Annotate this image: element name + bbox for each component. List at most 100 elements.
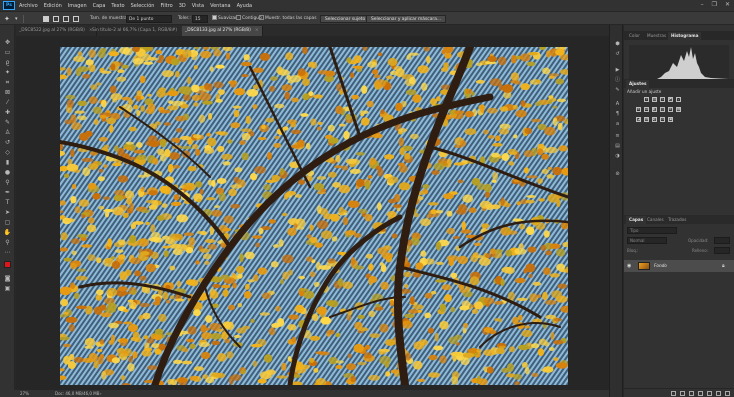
- marquee-tool-icon[interactable]: ▭: [3, 49, 12, 56]
- tab-paths[interactable]: Trazados: [665, 216, 689, 224]
- tolerance-input[interactable]: 15: [192, 15, 208, 23]
- intersect-selection-icon[interactable]: [73, 16, 79, 22]
- tab-sin-titulo-2[interactable]: Sin título-2 al 66,7% (Capa 1, RGB/8#)×: [89, 26, 189, 36]
- threshold-adjust-icon[interactable]: ◐: [652, 117, 657, 122]
- frame-tool-icon[interactable]: ⊠: [3, 89, 12, 96]
- new-layer-icon[interactable]: [716, 390, 721, 396]
- magic-wand-icon[interactable]: ✦: [3, 69, 12, 76]
- eye-icon[interactable]: ◉: [627, 263, 631, 269]
- eraser-tool-icon[interactable]: ◇: [3, 149, 12, 156]
- tab-dsc8522[interactable]: _DSC8522.jpg al 27% (RGB/8) ×: [16, 26, 97, 36]
- panel-character-icon[interactable]: A: [614, 101, 621, 107]
- subtract-selection-icon[interactable]: [63, 16, 69, 22]
- menu-archivo[interactable]: Archivo: [19, 3, 38, 9]
- restore-button[interactable]: ❐: [712, 1, 717, 8]
- brush-tool-icon[interactable]: ✎: [3, 119, 12, 126]
- panel-styles-icon[interactable]: ◑: [614, 153, 621, 159]
- color-lookup-adjust-icon[interactable]: ▦: [676, 107, 681, 112]
- channel-mixer-adjust-icon[interactable]: ⊕: [668, 107, 673, 112]
- menu-ventana[interactable]: Ventana: [210, 3, 231, 9]
- menu-capa[interactable]: Capa: [93, 3, 106, 9]
- blur-tool-icon[interactable]: ●: [3, 169, 12, 176]
- posterize-adjust-icon[interactable]: ▤: [644, 117, 649, 122]
- layer-filter-search[interactable]: Tipo: [627, 227, 677, 234]
- zoom-level[interactable]: 27%: [20, 391, 29, 396]
- zoom-tool-icon[interactable]: ⚲: [3, 239, 12, 246]
- panel-libraries-icon[interactable]: ▤: [614, 143, 621, 149]
- menu-imagen[interactable]: Imagen: [68, 3, 87, 9]
- move-tool-icon[interactable]: ✥: [3, 39, 12, 46]
- tab-histogram[interactable]: Histograma: [668, 32, 702, 40]
- delete-layer-icon[interactable]: [725, 390, 730, 396]
- select-and-mask-button[interactable]: Seleccionar y aplicar máscara...: [366, 15, 447, 23]
- quick-mask-icon[interactable]: ◙: [3, 275, 12, 282]
- screen-mode-icon[interactable]: ▣: [3, 285, 12, 292]
- new-selection-icon[interactable]: [43, 16, 49, 22]
- minimize-button[interactable]: –: [701, 1, 704, 8]
- curves-adjust-icon[interactable]: ∿: [660, 97, 665, 102]
- tab-adjustments[interactable]: Ajustes: [626, 80, 650, 88]
- more-tools-icon[interactable]: ⋯: [3, 249, 12, 256]
- sample-size-select[interactable]: De 1 punto: [126, 15, 172, 23]
- tab-channels[interactable]: Canales: [644, 216, 667, 224]
- crop-tool-icon[interactable]: ⌗: [3, 79, 12, 86]
- healing-brush-icon[interactable]: ✚: [3, 109, 12, 116]
- brightness-adjust-icon[interactable]: ☼: [644, 97, 649, 102]
- panel-paragraph-icon[interactable]: ¶: [614, 111, 621, 117]
- pen-tool-icon[interactable]: ✒: [3, 189, 12, 196]
- status-chevron-icon[interactable]: ›: [100, 391, 102, 396]
- tool-preset-chevron-icon[interactable]: ▾: [15, 15, 18, 23]
- magic-wand-tool-icon[interactable]: ✦: [4, 15, 10, 23]
- dodge-tool-icon[interactable]: ⚲: [3, 179, 12, 186]
- gradient-tool-icon[interactable]: ▮: [3, 159, 12, 166]
- sample-all-layers-checkbox[interactable]: Muestr. todas las capas: [259, 15, 317, 23]
- panel-glyphs-icon[interactable]: a: [614, 121, 621, 127]
- eyedropper-tool-icon[interactable]: ⁄: [3, 99, 12, 106]
- adjustment-layer-icon[interactable]: [698, 390, 703, 396]
- contiguous-checkbox[interactable]: Contiguo: [236, 15, 262, 23]
- menu-edicion[interactable]: Edición: [44, 3, 62, 9]
- panel-3d-icon[interactable]: ⬢: [614, 41, 621, 47]
- shape-tool-icon[interactable]: ▢: [3, 219, 12, 226]
- panel-cc-icon[interactable]: ⊛: [614, 171, 621, 177]
- menu-filtro[interactable]: Filtro: [160, 3, 172, 9]
- gradient-map-adjust-icon[interactable]: ▭: [660, 117, 665, 122]
- fx-icon[interactable]: [680, 390, 685, 396]
- photo-filter-adjust-icon[interactable]: ◎: [660, 107, 665, 112]
- layer-row[interactable]: ◉ Fondo 🔒︎: [624, 260, 734, 272]
- bw-adjust-icon[interactable]: ◧: [652, 107, 657, 112]
- tab-color[interactable]: Color: [626, 32, 643, 40]
- tab-close-icon[interactable]: ×: [255, 28, 259, 33]
- opacity-input[interactable]: [714, 237, 730, 244]
- add-selection-icon[interactable]: [53, 16, 59, 22]
- levels-adjust-icon[interactable]: ▥: [652, 97, 657, 102]
- close-window-button[interactable]: ✕: [725, 1, 730, 8]
- add-mask-icon[interactable]: [689, 390, 694, 396]
- lasso-tool-icon[interactable]: ϱ: [3, 59, 12, 66]
- layer-name[interactable]: Fondo: [654, 263, 667, 268]
- selective-color-adjust-icon[interactable]: ▣: [668, 117, 673, 122]
- path-selection-icon[interactable]: ➤: [3, 209, 12, 216]
- fill-input[interactable]: [714, 247, 730, 254]
- panel-play-icon[interactable]: ▶: [614, 67, 621, 73]
- blend-mode-select[interactable]: Normal: [627, 237, 667, 244]
- vibrance-adjust-icon[interactable]: ▽: [676, 97, 681, 102]
- hue-adjust-icon[interactable]: ≡: [636, 107, 641, 112]
- menu-seleccion[interactable]: Selección: [131, 3, 155, 9]
- clone-stamp-icon[interactable]: ♙: [3, 129, 12, 136]
- menu-vista[interactable]: Vista: [192, 3, 204, 9]
- panel-info-icon[interactable]: ⓘ: [614, 77, 621, 83]
- link-layers-icon[interactable]: [671, 390, 676, 396]
- panel-properties-icon[interactable]: ≡: [614, 133, 621, 139]
- tab-swatches[interactable]: Muestras: [644, 32, 669, 40]
- select-subject-button[interactable]: Seleccionar sujeto: [320, 15, 371, 23]
- foreground-color-swatch[interactable]: [4, 261, 11, 268]
- menu-ayuda[interactable]: Ayuda: [237, 3, 252, 9]
- type-tool-icon[interactable]: T: [3, 199, 12, 206]
- color-balance-adjust-icon[interactable]: ⚖: [644, 107, 649, 112]
- history-brush-icon[interactable]: ↺: [3, 139, 12, 146]
- tab-dsc8133[interactable]: _DSC8133.jpg al 27% (RGB/8) ×: [182, 26, 263, 36]
- panel-brush-icon[interactable]: ✎: [614, 87, 621, 93]
- menu-texto[interactable]: Texto: [111, 3, 124, 9]
- exposure-adjust-icon[interactable]: ◩: [668, 97, 673, 102]
